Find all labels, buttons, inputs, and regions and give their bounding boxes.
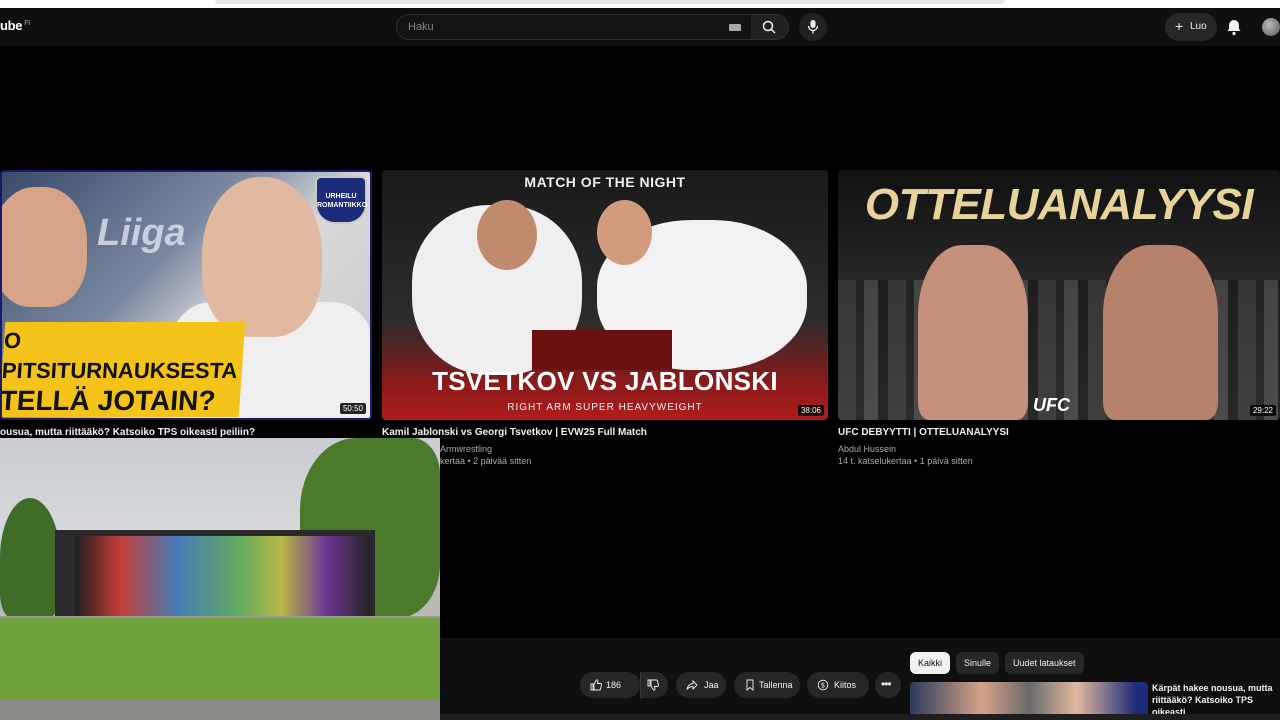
duration-badge: 29:22 xyxy=(1249,405,1276,416)
browser-top-strip xyxy=(0,0,1280,8)
related-video-title[interactable]: Kärpät hakee nousua, mutta riittääkö? Ka… xyxy=(1152,682,1280,718)
video-thumbnail-1[interactable]: Liiga URHEILU ROMANTIIKKO O PITSITURNAUK… xyxy=(0,170,372,420)
chip-all[interactable]: Kaikki xyxy=(910,652,951,674)
search-input[interactable]: Haku xyxy=(396,14,752,40)
more-actions-button[interactable]: ••• xyxy=(875,672,901,698)
create-label: Luo xyxy=(1190,21,1207,32)
watch-action-bar: 186 Jaa Tallenna $ Kiitos ••• Kaikki Sin… xyxy=(440,638,1280,720)
thumbnail-overlay-title: OTTELUANALYYSI xyxy=(864,180,1254,229)
search-icon xyxy=(762,20,776,34)
thumbnail-top-text: MATCH OF THE NIGHT xyxy=(524,174,686,190)
account-avatar[interactable] xyxy=(1262,18,1280,36)
bottom-divider xyxy=(440,714,1280,720)
ufc-logo-text: UFC xyxy=(1033,395,1070,415)
liiga-watermark: Liiga xyxy=(97,212,186,254)
chip-for-you[interactable]: Sinulle xyxy=(956,652,1000,674)
more-icon: ••• xyxy=(881,677,892,691)
duration-badge: 50:50 xyxy=(339,403,366,414)
channel-name-2[interactable]: Armwrestling xyxy=(440,444,492,454)
thanks-button[interactable]: $ Kiitos xyxy=(807,672,869,698)
video-title-1[interactable]: ousua, mutta riittääkö? Katsoiko TPS oik… xyxy=(0,427,255,438)
tree-art xyxy=(0,498,60,618)
thumbnail-overlay-title: TSVETKOV VS JABLONSKI xyxy=(432,366,778,396)
svg-text:$: $ xyxy=(821,682,825,690)
mic-icon xyxy=(807,20,819,34)
banner-line-1: O PITSITURNAUKSESTA xyxy=(1,328,239,383)
bookmark-icon xyxy=(746,679,754,691)
share-button[interactable]: Jaa xyxy=(676,672,726,698)
road-art xyxy=(0,700,440,720)
person-thumbnail-art xyxy=(202,177,322,337)
thanks-icon: $ xyxy=(817,679,829,691)
save-label: Tallenna xyxy=(759,680,793,690)
video-title-3[interactable]: UFC DEBYYTTI | OTTELUANALYYSI xyxy=(838,427,1009,438)
keyboard-icon[interactable] xyxy=(729,24,741,31)
dislike-button[interactable] xyxy=(640,672,668,698)
browser-address-area xyxy=(215,0,1005,4)
like-count: 186 xyxy=(606,680,622,690)
thumbs-up-icon xyxy=(590,679,602,691)
save-button[interactable]: Tallenna xyxy=(734,672,800,698)
thumbs-down-icon xyxy=(647,679,659,691)
person-thumbnail-art xyxy=(2,187,87,307)
masthead: ube FI Haku + Luo xyxy=(0,8,1280,46)
table-thumbnail-art xyxy=(532,330,672,370)
graffiti-photo-overlay xyxy=(0,438,440,720)
search-button[interactable] xyxy=(751,14,789,40)
wrestler-thumbnail-art xyxy=(597,200,652,265)
channel-name-3[interactable]: Abdul Hussein xyxy=(838,444,896,454)
plus-icon: + xyxy=(1175,18,1184,34)
fighter-thumbnail-art xyxy=(918,245,1028,420)
fighter-thumbnail-art xyxy=(1103,245,1218,420)
video-thumbnail-2[interactable]: MATCH OF THE NIGHT TSVETKOV VS JABLONSKI… xyxy=(382,170,828,420)
duration-badge: 38:06 xyxy=(797,405,824,416)
chip-new-uploads[interactable]: Uudet lataukset xyxy=(1005,652,1084,674)
graffiti-wall-art xyxy=(75,536,370,618)
banner-line-2: TELLÄ JOTAIN? xyxy=(0,385,217,416)
search-placeholder: Haku xyxy=(408,21,434,33)
thanks-label: Kiitos xyxy=(834,680,857,690)
thumbnail-overlay-subtitle: RIGHT ARM SUPER HEAVYWEIGHT xyxy=(507,402,703,413)
create-button[interactable]: + Luo xyxy=(1165,13,1217,41)
notifications-button[interactable] xyxy=(1224,17,1244,37)
page: ube FI Haku + Luo Liiga URHEILU ROMANTIIK… xyxy=(0,0,1280,720)
video-thumbnail-3[interactable]: OTTELUANALYYSI UFC 29:22 xyxy=(838,170,1280,420)
voice-search-button[interactable] xyxy=(799,13,827,41)
thumbnail-banner: O PITSITURNAUKSESTA TELLÄ JOTAIN? xyxy=(0,322,246,417)
share-label: Jaa xyxy=(704,680,719,690)
video-meta-3: 14 t. katselukertaa • 1 päivä sitten xyxy=(838,456,973,466)
share-icon xyxy=(686,679,698,691)
youtube-logo[interactable]: ube FI xyxy=(0,18,30,33)
video-meta-2: kertaa • 2 päivää sitten xyxy=(440,456,532,466)
like-button[interactable]: 186 xyxy=(580,672,640,698)
bell-icon xyxy=(1227,20,1241,36)
channel-badge: URHEILU ROMANTIIKKO xyxy=(315,176,367,224)
wrestler-thumbnail-art xyxy=(477,200,537,270)
logo-region: FI xyxy=(24,19,30,27)
video-title-2[interactable]: Kamil Jablonski vs Georgi Tsvetkov | EVW… xyxy=(382,427,647,438)
logo-text: ube xyxy=(0,18,23,33)
